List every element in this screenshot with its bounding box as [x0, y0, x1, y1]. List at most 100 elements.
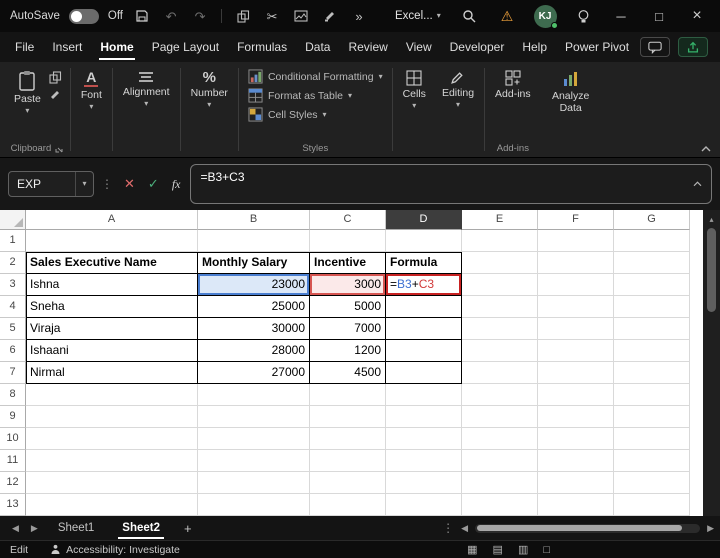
cell-B3-referenced[interactable]: 23000 — [198, 274, 310, 296]
dialog-launcher-icon[interactable] — [55, 145, 63, 153]
cell-D2[interactable]: Formula — [386, 252, 462, 274]
sheet-nav-next-icon[interactable]: ▶ — [25, 523, 44, 534]
cell-A6[interactable]: Ishaani — [26, 340, 198, 362]
tab-data[interactable]: Data — [296, 32, 339, 62]
undo-icon[interactable]: ↶ — [161, 5, 181, 27]
cell-D11[interactable] — [386, 450, 462, 472]
picture-icon[interactable] — [291, 5, 311, 27]
cell-A2[interactable]: Sales Executive Name — [26, 252, 198, 274]
row-header-4[interactable]: 4 — [0, 296, 26, 318]
row-header-3[interactable]: 3 — [0, 274, 26, 296]
cell-G12[interactable] — [614, 472, 690, 494]
collapse-ribbon-icon[interactable] — [700, 145, 712, 153]
tab-file[interactable]: File — [6, 32, 43, 62]
cell-F3[interactable] — [538, 274, 614, 296]
column-header-A[interactable]: A — [26, 210, 198, 230]
cell-G6[interactable] — [614, 340, 690, 362]
cell-A8[interactable] — [26, 384, 198, 406]
cell-A11[interactable] — [26, 450, 198, 472]
row-header-11[interactable]: 11 — [0, 450, 26, 472]
row-header-8[interactable]: 8 — [0, 384, 26, 406]
cells-button[interactable]: Cells ▾ — [398, 66, 431, 114]
cell-B4[interactable]: 25000 — [198, 296, 310, 318]
cell-D6[interactable] — [386, 340, 462, 362]
sheet-tab-sheet1[interactable]: Sheet1 — [44, 516, 108, 540]
vertical-scroll-thumb[interactable] — [707, 228, 716, 312]
app-title-menu[interactable]: Excel... ▾ — [395, 10, 441, 22]
column-header-C[interactable]: C — [310, 210, 386, 230]
cell-F13[interactable] — [538, 494, 614, 516]
cell-styles-button[interactable]: Cell Styles ▾ — [248, 107, 383, 122]
cell-C12[interactable] — [310, 472, 386, 494]
cell-B12[interactable] — [198, 472, 310, 494]
name-box[interactable]: EXP ▾ — [8, 171, 94, 197]
column-header-B[interactable]: B — [198, 210, 310, 230]
cell-F6[interactable] — [538, 340, 614, 362]
cell-A10[interactable] — [26, 428, 198, 450]
cell-F4[interactable] — [538, 296, 614, 318]
vertical-scrollbar[interactable]: ▴ — [703, 210, 720, 516]
cell-D10[interactable] — [386, 428, 462, 450]
cell-F9[interactable] — [538, 406, 614, 428]
search-button[interactable] — [450, 0, 488, 32]
sheet-tab-sheet2[interactable]: Sheet2 — [108, 516, 174, 540]
row-header-9[interactable]: 9 — [0, 406, 26, 428]
name-box-dropdown-icon[interactable]: ▾ — [75, 172, 93, 196]
row-header-1[interactable]: 1 — [0, 230, 26, 252]
insert-function-button[interactable]: fx — [169, 177, 184, 192]
cell-A13[interactable] — [26, 494, 198, 516]
zoom-icon[interactable]: □ — [543, 544, 550, 556]
row-header-6[interactable]: 6 — [0, 340, 26, 362]
editing-button[interactable]: Editing ▾ — [437, 66, 479, 113]
account-avatar[interactable]: KJ — [526, 0, 564, 32]
cell-G9[interactable] — [614, 406, 690, 428]
scroll-right-icon[interactable]: ▶ — [707, 523, 714, 534]
cell-C2[interactable]: Incentive — [310, 252, 386, 274]
row-header-7[interactable]: 7 — [0, 362, 26, 384]
cell-C8[interactable] — [310, 384, 386, 406]
cell-C13[interactable] — [310, 494, 386, 516]
column-header-G[interactable]: G — [614, 210, 690, 230]
cell-A7[interactable]: Nirmal — [26, 362, 198, 384]
row-header-5[interactable]: 5 — [0, 318, 26, 340]
cell-E2[interactable] — [462, 252, 538, 274]
select-all-button[interactable] — [0, 210, 26, 230]
cell-C3-referenced[interactable]: 3000 — [310, 274, 386, 296]
cell-B11[interactable] — [198, 450, 310, 472]
copy-icon[interactable] — [233, 5, 253, 27]
cell-F11[interactable] — [538, 450, 614, 472]
cell-A9[interactable] — [26, 406, 198, 428]
cell-E7[interactable] — [462, 362, 538, 384]
tab-formulas[interactable]: Formulas — [228, 32, 296, 62]
cell-G13[interactable] — [614, 494, 690, 516]
copy-small-icon[interactable] — [49, 71, 62, 84]
cancel-entry-button[interactable]: ✕ — [121, 176, 138, 192]
cell-A12[interactable] — [26, 472, 198, 494]
collapse-formula-bar-icon[interactable] — [692, 181, 703, 188]
row-header-12[interactable]: 12 — [0, 472, 26, 494]
cell-B1[interactable] — [198, 230, 310, 252]
cell-D4[interactable] — [386, 296, 462, 318]
cell-E9[interactable] — [462, 406, 538, 428]
cell-D7[interactable] — [386, 362, 462, 384]
cell-A3[interactable]: Ishna — [26, 274, 198, 296]
cell-B13[interactable] — [198, 494, 310, 516]
cell-G1[interactable] — [614, 230, 690, 252]
scroll-left-icon[interactable]: ◀ — [461, 523, 468, 534]
cell-E1[interactable] — [462, 230, 538, 252]
cell-G5[interactable] — [614, 318, 690, 340]
cell-C7[interactable]: 4500 — [310, 362, 386, 384]
cell-D3-editing[interactable]: =B3+C3 — [386, 274, 462, 296]
enter-entry-button[interactable]: ✓ — [145, 176, 162, 192]
cell-B5[interactable]: 30000 — [198, 318, 310, 340]
cell-C1[interactable] — [310, 230, 386, 252]
view-normal-icon[interactable]: ▦ — [467, 543, 477, 556]
cell-D13[interactable] — [386, 494, 462, 516]
cell-C11[interactable] — [310, 450, 386, 472]
cell-F12[interactable] — [538, 472, 614, 494]
share-button[interactable] — [678, 37, 708, 57]
font-button[interactable]: A Font ▾ — [76, 66, 107, 115]
cell-E12[interactable] — [462, 472, 538, 494]
cell-G11[interactable] — [614, 450, 690, 472]
cell-C6[interactable]: 1200 — [310, 340, 386, 362]
